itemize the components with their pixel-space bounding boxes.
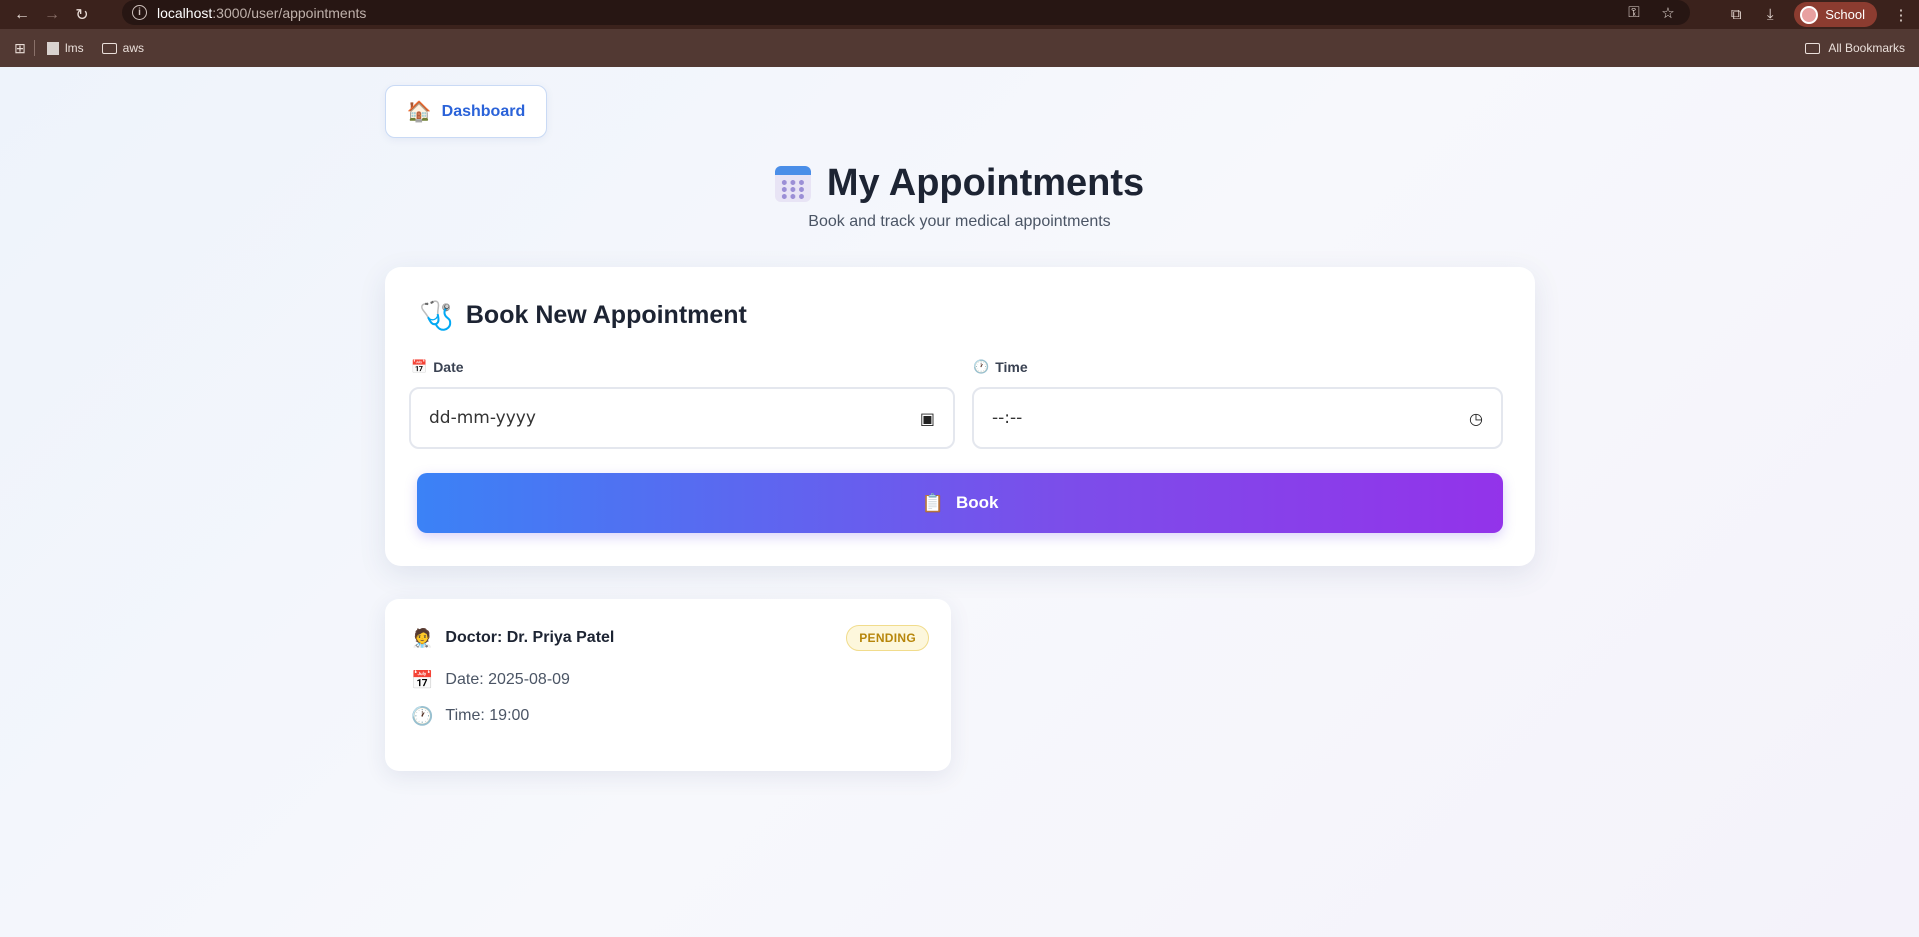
page-subtitle: Book and track your medical appointments (808, 212, 1111, 230)
date-placeholder: dd-mm-yyyy (429, 408, 536, 428)
date-input[interactable]: dd-mm-yyyy ▣ (409, 387, 955, 449)
page-title: My Appointments (826, 162, 1145, 204)
clipboard-icon: 📋 (921, 493, 944, 513)
calendar-picker-icon[interactable]: ▣ (920, 409, 935, 428)
download-icon[interactable]: ⤓ (1760, 5, 1780, 25)
stethoscope-icon: 🩺 (419, 300, 454, 331)
book-label: Book (955, 493, 999, 512)
page-header: My Appointments Book and track your medi… (0, 162, 1919, 231)
appointment-card: 🧑‍⚕️ Doctor: Dr. Priya Patel PENDING 📅 D… (385, 599, 951, 771)
key-icon[interactable]: ⚿ (1624, 3, 1644, 23)
booking-card: 🩺 Book New Appointment 📅 Date dd-mm-yyyy… (385, 267, 1535, 566)
bookmark-lms[interactable]: lms (47, 41, 84, 55)
bookmarks-bar: ⊞ lms aws All Bookmarks (0, 29, 1919, 67)
apps-grid-icon[interactable]: ⊞ (10, 38, 30, 58)
clock-icon: 🕐 (411, 706, 434, 726)
bookmark-label: aws (122, 41, 145, 55)
reload-icon[interactable]: ↻ (70, 3, 94, 27)
date-label: 📅 Date (411, 359, 464, 375)
clock-picker-icon[interactable]: ◷ (1469, 409, 1483, 428)
all-bookmarks[interactable]: All Bookmarks (1805, 29, 1905, 67)
time-label: 🕐 Time (973, 359, 1028, 375)
appointment-date: Date: 2025-08-09 (445, 671, 570, 688)
folder-icon (1805, 42, 1821, 54)
url-path: :3000/user/appointments (212, 4, 367, 21)
appointment-time-row: 🕐 Time: 19:00 (411, 707, 529, 725)
folder-icon (101, 42, 117, 54)
url-host: localhost (157, 4, 213, 21)
bookmarks-divider (34, 40, 35, 56)
profile-label: School (1825, 7, 1865, 22)
time-label-text: Time (995, 359, 1028, 375)
dashboard-label: Dashboard (441, 102, 526, 120)
doctor-name: Doctor: Dr. Priya Patel (445, 629, 615, 646)
star-icon[interactable]: ☆ (1658, 3, 1678, 23)
forward-icon[interactable]: → (40, 3, 64, 27)
status-badge: PENDING (846, 625, 929, 651)
site-info-icon[interactable]: i (132, 5, 147, 20)
bookmark-aws[interactable]: aws (101, 41, 145, 55)
extensions-icon[interactable]: ⧉ (1726, 5, 1746, 25)
book-button[interactable]: 📋 Book (417, 473, 1503, 533)
appointment-time: Time: 19:00 (445, 707, 530, 724)
calendar-icon (774, 165, 811, 202)
doctor-row: 🧑‍⚕️ Doctor: Dr. Priya Patel (411, 629, 614, 647)
bookmark-label: lms (65, 41, 84, 55)
profile-button[interactable]: School (1794, 2, 1877, 27)
time-input[interactable]: --:-- ◷ (972, 387, 1503, 449)
doctor-icon: 🧑‍⚕️ (411, 628, 434, 648)
house-icon: 🏠 (406, 100, 432, 123)
address-bar[interactable]: i localhost:3000/user/appointments ⚿ ☆ (122, 0, 1690, 25)
back-icon[interactable]: ← (10, 3, 34, 27)
dashboard-button[interactable]: 🏠 Dashboard (385, 85, 547, 138)
calendar-icon: 📅 (411, 670, 434, 690)
booking-title: Book New Appointment (465, 301, 747, 329)
all-bookmarks-label: All Bookmarks (1828, 41, 1905, 55)
booking-heading: 🩺 Book New Appointment (419, 299, 747, 332)
date-label-text: Date (433, 359, 464, 375)
time-placeholder: --:-- (992, 408, 1023, 428)
avatar (1800, 5, 1819, 24)
calendar-icon: 📅 (411, 359, 428, 374)
browser-toolbar: ← → ↻ i localhost:3000/user/appointments… (0, 0, 1919, 29)
appointment-date-row: 📅 Date: 2025-08-09 (411, 671, 570, 689)
page-content: 🏠 Dashboard My Appointments Book and tra… (0, 67, 1919, 937)
page-icon (47, 41, 59, 55)
menu-icon[interactable]: ⋮ (1891, 5, 1911, 25)
clock-icon: 🕐 (973, 359, 990, 374)
